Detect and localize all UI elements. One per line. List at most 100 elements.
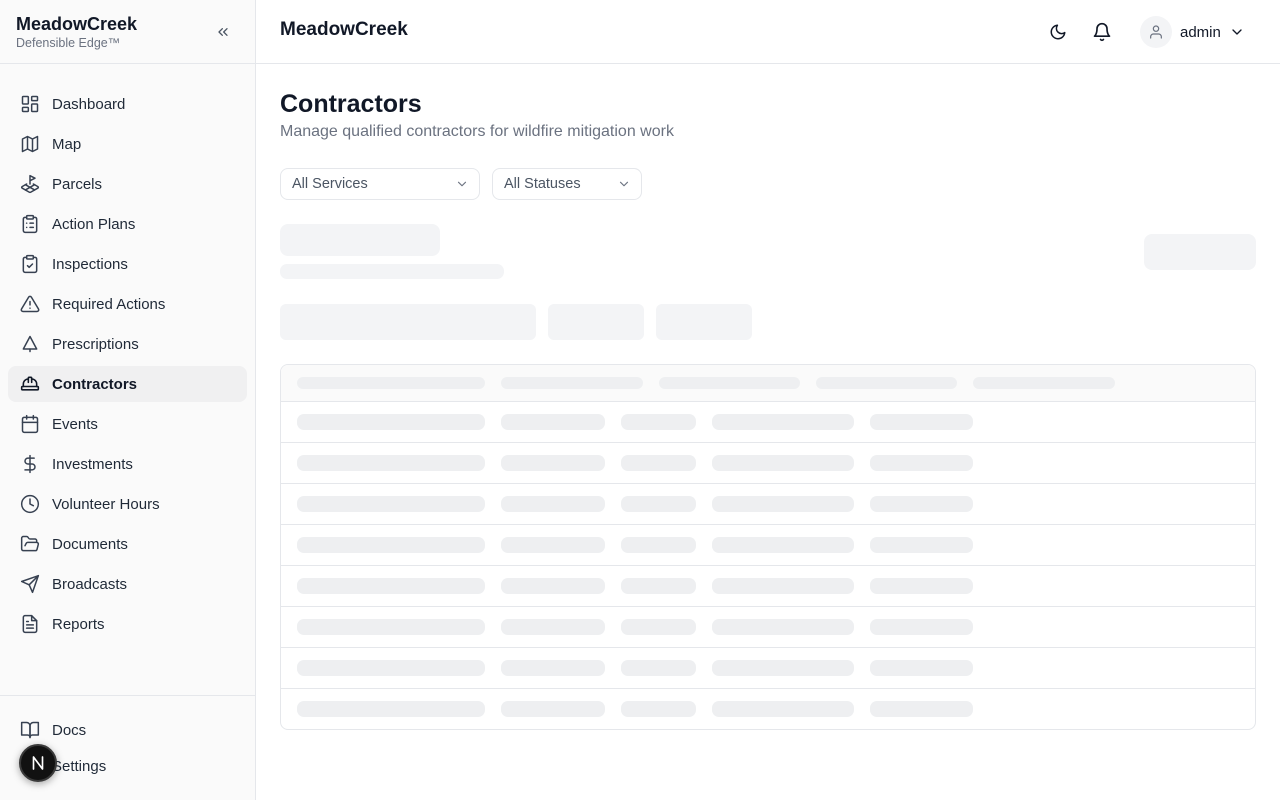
table-row: [281, 689, 1255, 729]
skeleton-cell: [870, 414, 973, 430]
sidebar-item-label: Documents: [52, 535, 128, 553]
skeleton-cell: [297, 455, 485, 471]
sidebar-item-label: Events: [52, 415, 98, 433]
skeleton-filter: [548, 304, 644, 340]
bell-icon: [1093, 22, 1111, 42]
sidebar-item-label: Action Plans: [52, 215, 136, 233]
clock-icon: [20, 494, 40, 514]
skeleton-cell: [712, 619, 854, 635]
sidebar-item-contractors[interactable]: Contractors: [8, 366, 247, 402]
dollar-sign-icon: [20, 454, 40, 474]
skeleton-cell: [621, 537, 696, 553]
skeleton-cell: [870, 701, 973, 717]
sidebar-item-investments[interactable]: Investments: [8, 446, 247, 482]
skeleton-cell: [712, 414, 854, 430]
skeleton-cell: [870, 455, 973, 471]
skeleton-cell: [297, 660, 485, 676]
skeleton-cell: [870, 660, 973, 676]
skeleton-cell: [297, 496, 485, 512]
sidebar-item-documents[interactable]: Documents: [8, 526, 247, 562]
table-row: [281, 443, 1255, 484]
user-name: admin: [1180, 23, 1221, 41]
contractors-table-skeleton: [280, 364, 1256, 730]
sidebar-item-label: Contractors: [52, 375, 138, 393]
n-avatar-button[interactable]: [19, 744, 57, 782]
folder-open-icon: [20, 534, 40, 554]
skeleton-cell: [297, 537, 485, 553]
sidebar-item-events[interactable]: Events: [8, 406, 247, 442]
skeleton-cell: [870, 578, 973, 594]
sidebar-item-inspections[interactable]: Inspections: [8, 246, 247, 282]
sidebar-item-required-actions[interactable]: Required Actions: [8, 286, 247, 322]
service-filter-select[interactable]: All Services: [280, 168, 480, 200]
table-row: [281, 566, 1255, 607]
hard-hat-icon: [20, 374, 40, 394]
skeleton-cell: [621, 701, 696, 717]
skeleton-cell: [712, 701, 854, 717]
skeleton-heading: [280, 224, 440, 256]
skeleton-cell: [870, 537, 973, 553]
skeleton-cell: [816, 377, 957, 389]
table-row: [281, 525, 1255, 566]
land-plot-icon: [20, 174, 40, 194]
book-open-icon: [20, 720, 40, 740]
map-icon: [20, 134, 40, 154]
chevron-down-icon: [1229, 24, 1245, 40]
skeleton-cell: [712, 578, 854, 594]
skeleton-cell: [297, 619, 485, 635]
sidebar: MeadowCreek Defensible Edge™ Dashboard M…: [0, 0, 256, 800]
layout-grid-icon: [20, 94, 40, 114]
skeleton-cell: [659, 377, 800, 389]
skeleton-cell: [501, 496, 605, 512]
collapse-sidebar-button[interactable]: [213, 22, 233, 42]
clipboard-list-icon: [20, 214, 40, 234]
page-title: Contractors: [280, 90, 422, 118]
skeleton-cell: [870, 619, 973, 635]
skeleton-action-button: [1144, 234, 1256, 270]
tree-icon: [20, 334, 40, 354]
sidebar-item-volunteer-hours[interactable]: Volunteer Hours: [8, 486, 247, 522]
skeleton-cell: [712, 660, 854, 676]
skeleton-subheading: [280, 264, 504, 279]
calendar-icon: [20, 414, 40, 434]
chevron-down-icon: [617, 177, 631, 195]
skeleton-cell: [297, 377, 485, 389]
sidebar-item-docs[interactable]: Docs: [8, 712, 247, 748]
sidebar-item-broadcasts[interactable]: Broadcasts: [8, 566, 247, 602]
skeleton-cell: [501, 414, 605, 430]
sidebar-item-label: Settings: [52, 757, 107, 775]
theme-toggle-button[interactable]: [1046, 20, 1070, 44]
skeleton-cell: [501, 377, 643, 389]
sidebar-item-label: Required Actions: [52, 295, 166, 313]
sidebar-item-reports[interactable]: Reports: [8, 606, 247, 642]
sidebar-item-label: Dashboard: [52, 95, 126, 113]
status-filter-select[interactable]: All Statuses: [492, 168, 642, 200]
sidebar-item-map[interactable]: Map: [8, 126, 247, 162]
sidebar-item-label: Reports: [52, 615, 105, 633]
sidebar-item-label: Volunteer Hours: [52, 495, 160, 513]
notifications-button[interactable]: [1090, 20, 1114, 44]
skeleton-cell: [712, 496, 854, 512]
sidebar-item-dashboard[interactable]: Dashboard: [8, 86, 247, 122]
skeleton-cell: [501, 619, 605, 635]
skeleton-cell: [621, 414, 696, 430]
page-subtitle: Manage qualified contractors for wildfir…: [280, 123, 674, 140]
user-menu-button[interactable]: admin: [1140, 16, 1245, 48]
sidebar-item-label: Prescriptions: [52, 335, 139, 353]
sidebar-item-action-plans[interactable]: Action Plans: [8, 206, 247, 242]
skeleton-cell: [297, 578, 485, 594]
clipboard-check-icon: [20, 254, 40, 274]
service-filter-value: All Services: [292, 176, 368, 192]
skeleton-cell: [621, 660, 696, 676]
sidebar-item-prescriptions[interactable]: Prescriptions: [8, 326, 247, 362]
sidebar-item-label: Parcels: [52, 175, 103, 193]
skeleton-cell: [621, 578, 696, 594]
moon-icon: [1050, 24, 1066, 40]
brand: MeadowCreek Defensible Edge™: [0, 0, 255, 64]
table-row: [281, 402, 1255, 443]
sidebar-item-parcels[interactable]: Parcels: [8, 166, 247, 202]
skeleton-cell: [501, 660, 605, 676]
sidebar-item-label: Docs: [52, 721, 87, 739]
avatar: [1140, 16, 1172, 48]
chevron-down-icon: [455, 177, 469, 195]
